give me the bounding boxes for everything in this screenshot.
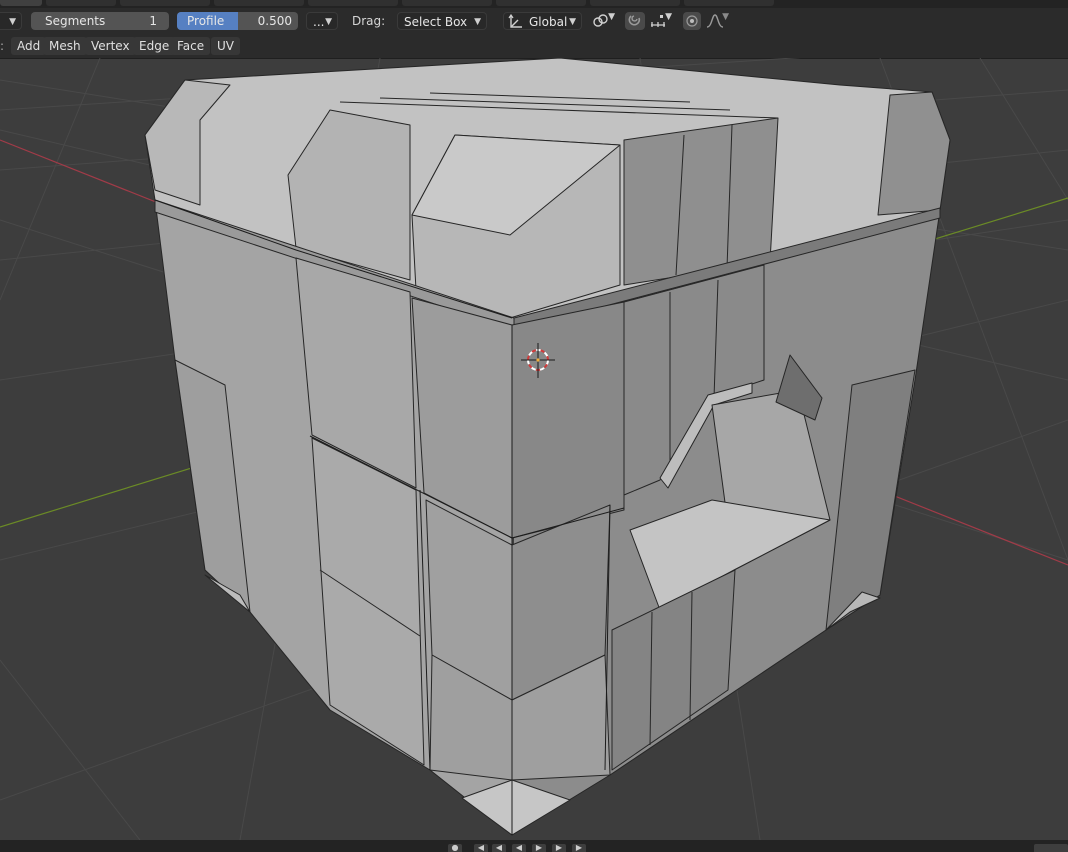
- next-keyframe-icon[interactable]: ▶: [552, 844, 566, 852]
- transform-orientation-icon: [508, 13, 524, 35]
- segments-field[interactable]: Segments 1: [31, 12, 169, 30]
- proportional-edit-toggle[interactable]: [683, 12, 701, 30]
- chevron-down-icon: ▼: [608, 12, 615, 22]
- jump-start-icon[interactable]: ◀: [474, 844, 488, 852]
- workspace-tab-strip: [0, 0, 1068, 8]
- left-dropdown[interactable]: ▼: [0, 12, 22, 30]
- falloff-dropdown[interactable]: ▼: [704, 12, 734, 30]
- chevron-down-icon: ▼: [9, 17, 16, 27]
- frame-field[interactable]: [1034, 844, 1068, 852]
- mesh-top-bevel-right: [877, 91, 951, 216]
- proportional-edit-icon: [685, 13, 699, 32]
- workspace-tab[interactable]: [590, 0, 680, 6]
- jump-end-icon[interactable]: ▶: [572, 844, 586, 852]
- profile-value: 0.500: [257, 14, 292, 28]
- workspace-tab[interactable]: [46, 0, 116, 6]
- profile-label: Profile: [187, 14, 225, 28]
- menu-mesh[interactable]: Mesh: [43, 37, 87, 55]
- snap-target-dropdown[interactable]: ▼: [647, 12, 677, 30]
- menu-add[interactable]: Add: [11, 37, 47, 55]
- segments-label: Segments: [45, 14, 106, 28]
- chevron-down-icon: ▼: [665, 12, 672, 22]
- pivot-point-dropdown[interactable]: ▼: [590, 12, 620, 30]
- 3d-viewport[interactable]: [0, 58, 1068, 840]
- snap-toggle[interactable]: [625, 12, 645, 30]
- mesh-center-right-panel: [511, 301, 625, 539]
- more-options-label: ...: [313, 15, 325, 29]
- mesh-object[interactable]: [144, 58, 951, 836]
- segments-value: 1: [149, 14, 157, 28]
- play-icon[interactable]: ▶: [532, 844, 546, 852]
- chevron-down-icon: ▼: [474, 17, 481, 27]
- workspace-tab[interactable]: [496, 0, 586, 6]
- transform-orientation-value: Global: [529, 15, 568, 29]
- transform-orientation-dropdown[interactable]: Global ▼: [503, 12, 582, 30]
- chevron-down-icon: ▼: [325, 17, 332, 27]
- workspace-tab[interactable]: [214, 0, 304, 6]
- workspace-tab[interactable]: [0, 0, 42, 6]
- menu-vertex[interactable]: Vertex: [85, 37, 136, 55]
- play-reverse-icon[interactable]: ◀: [512, 844, 526, 852]
- workspace-tab[interactable]: [308, 0, 398, 6]
- chevron-down-icon: ▼: [722, 12, 729, 22]
- record-icon[interactable]: ●: [448, 844, 462, 852]
- workspace-tab[interactable]: [684, 0, 774, 6]
- viewport-canvas[interactable]: [0, 58, 1068, 840]
- profile-slider[interactable]: Profile 0.500: [177, 12, 298, 30]
- tool-settings-header: ▼ Segments 1 Profile 0.500 ... ▼ Drag: S…: [0, 8, 1068, 34]
- viewport-menu-bar: : Add Mesh Vertex Edge Face UV: [0, 34, 1068, 59]
- drag-mode-value: Select Box: [404, 15, 468, 29]
- prev-keyframe-icon[interactable]: ◀: [492, 844, 506, 852]
- workspace-tab[interactable]: [402, 0, 492, 6]
- drag-mode-dropdown[interactable]: Select Box ▼: [397, 12, 487, 30]
- more-options-dropdown[interactable]: ... ▼: [306, 12, 338, 30]
- drag-label: Drag:: [352, 14, 386, 28]
- workspace-tab[interactable]: [120, 0, 210, 6]
- menu-edge[interactable]: Edge: [133, 37, 176, 55]
- menu-edge-glyph: :: [0, 39, 5, 53]
- chevron-down-icon: ▼: [569, 17, 576, 27]
- menu-uv[interactable]: UV: [211, 37, 240, 55]
- menu-face[interactable]: Face: [171, 37, 211, 55]
- magnet-icon: [627, 13, 643, 32]
- timeline-header: ● ◀ ◀ ◀ ▶ ▶ ▶: [0, 840, 1068, 852]
